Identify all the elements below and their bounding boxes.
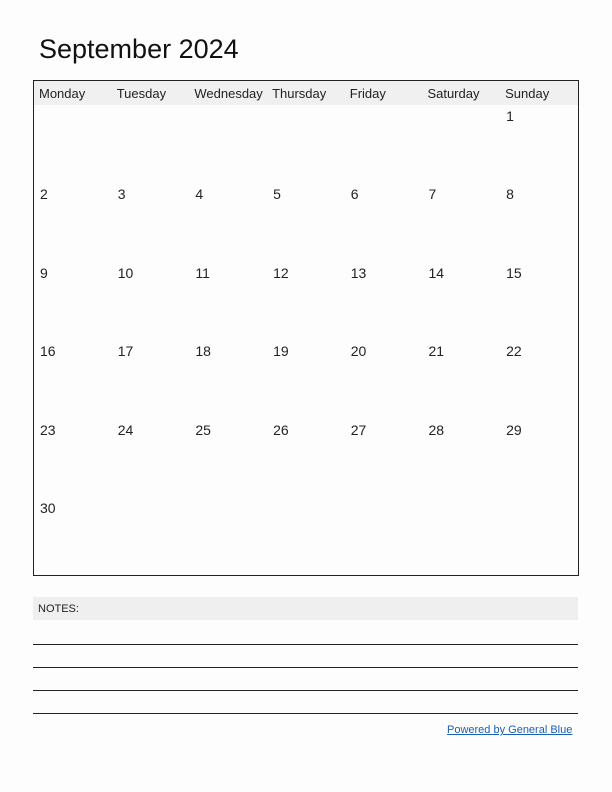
day-cells: 1 2 3 4 5 6 7 8 9 10 11 12 13 14 15 16 17 18 19 20 21 22 23 24 2…	[34, 105, 578, 575]
weekday-friday: Friday	[349, 86, 386, 101]
empty-day-cell	[189, 497, 267, 575]
weekday-monday: Monday	[39, 86, 86, 101]
empty-day-cell	[422, 105, 500, 183]
day-cell: 2	[40, 186, 48, 203]
empty-day-cell	[422, 497, 500, 575]
day-cell: 28	[428, 421, 445, 438]
notes-line	[33, 667, 578, 668]
empty-day-cell	[345, 497, 423, 575]
day-cell: 6	[350, 186, 359, 203]
weekday-thursday: Thursday	[272, 86, 327, 101]
day-cell: 19	[273, 343, 289, 360]
empty-day-cell	[189, 105, 267, 183]
day-cell: 29	[506, 421, 522, 438]
day-cell: 1	[506, 108, 514, 124]
empty-day-cell	[112, 497, 190, 575]
empty-day-cell	[34, 105, 112, 183]
day-cell: 27	[350, 421, 367, 438]
powered-by-link[interactable]: Powered by General Blue	[447, 724, 572, 736]
notes-line	[33, 690, 578, 691]
calendar-title: September 2024	[39, 34, 239, 64]
day-cell: 17	[117, 343, 134, 360]
empty-day-cell	[267, 105, 345, 183]
empty-day-cell	[500, 497, 578, 575]
calendar-grid: Monday Tuesday Wednesday Thursday Friday…	[33, 80, 579, 576]
day-cell: 14	[428, 264, 445, 281]
weekday-wednesday: Wednesday	[194, 86, 263, 101]
notes-label: NOTES:	[38, 603, 79, 615]
day-cell: 16	[40, 343, 56, 360]
day-cell: 9	[40, 264, 48, 281]
day-cell: 4	[195, 186, 204, 203]
weekday-header-row: Monday Tuesday Wednesday Thursday Friday…	[34, 81, 578, 105]
day-cell: 22	[506, 343, 522, 360]
empty-day-cell	[112, 105, 190, 183]
day-cell: 10	[117, 264, 134, 281]
day-cell: 8	[506, 186, 514, 203]
day-cell: 11	[195, 264, 210, 281]
weekday-tuesday: Tuesday	[116, 86, 167, 101]
day-cell: 12	[273, 264, 289, 281]
day-cell: 15	[506, 264, 522, 281]
day-cell: 26	[273, 421, 289, 438]
day-cell: 21	[428, 343, 445, 360]
day-cell: 13	[350, 264, 367, 281]
notes-line	[33, 713, 578, 714]
empty-day-cell	[345, 105, 423, 183]
weekday-saturday: Saturday	[427, 86, 480, 101]
day-cell: 5	[273, 186, 281, 203]
day-cell: 24	[117, 421, 134, 438]
day-cell: 3	[117, 186, 126, 203]
day-cell: 30	[40, 499, 56, 516]
day-cell: 7	[428, 186, 437, 203]
day-cell: 20	[350, 343, 367, 360]
empty-day-cell	[267, 497, 345, 575]
day-cell: 25	[195, 421, 211, 438]
weekday-sunday: Sunday	[505, 86, 550, 101]
day-cell: 23	[40, 421, 56, 438]
notes-header: NOTES:	[33, 597, 578, 620]
notes-line	[33, 644, 578, 645]
day-cell: 18	[195, 343, 211, 360]
